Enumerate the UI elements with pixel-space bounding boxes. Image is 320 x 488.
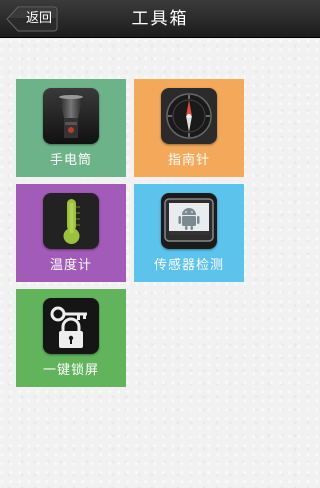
tool-label: 手电筒 <box>49 153 92 168</box>
android-tablet-icon <box>161 193 217 249</box>
back-button-label: 返回 <box>25 11 52 26</box>
tool-tile-flashlight[interactable]: 手电筒 <box>16 79 126 177</box>
tool-tile-lock-screen[interactable]: 一键锁屏 <box>16 289 126 387</box>
compass-icon <box>161 88 217 144</box>
thermometer-icon <box>43 193 99 249</box>
title-bar: 返回 工具箱 <box>0 0 320 38</box>
back-button[interactable]: 返回 <box>6 6 58 32</box>
tool-tile-thermometer[interactable]: 温度计 <box>16 184 126 282</box>
tool-tile-compass[interactable]: 指南针 <box>134 79 244 177</box>
tool-label: 指南针 <box>167 153 210 168</box>
tool-label: 一键锁屏 <box>42 363 99 378</box>
page-title: 工具箱 <box>131 9 189 29</box>
tool-tile-sensor-check[interactable]: 传感器检测 <box>134 184 244 282</box>
tool-label: 温度计 <box>49 258 92 273</box>
tool-grid: 手电筒 指南针 温度计 传感器检测 一键锁屏 <box>0 38 320 488</box>
tool-label: 传感器检测 <box>153 258 224 273</box>
flashlight-icon <box>43 88 99 144</box>
lock-key-icon <box>43 298 99 354</box>
